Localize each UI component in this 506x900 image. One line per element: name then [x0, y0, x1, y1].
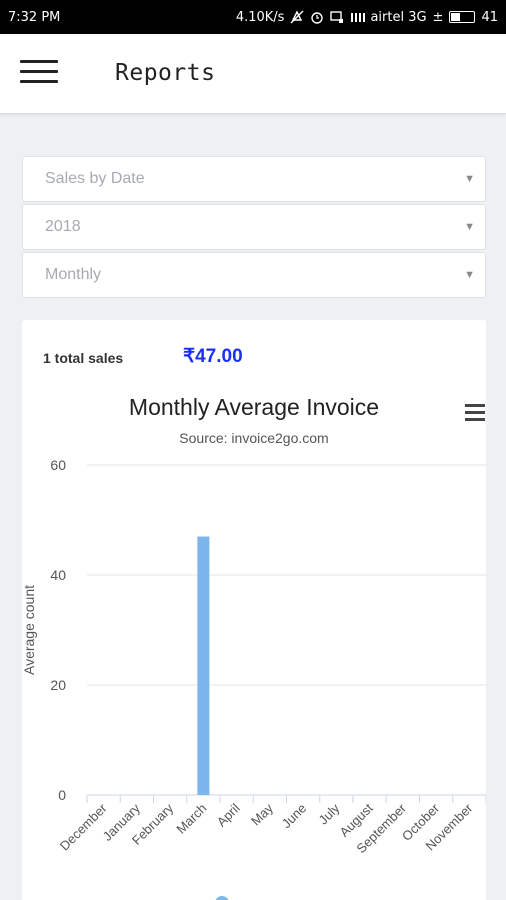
dropdown-arrow-icon: ▼ [464, 173, 475, 185]
battery-fill [451, 13, 461, 21]
carrier-name: airtel 3G [370, 9, 427, 25]
y-tick-label: 20 [50, 677, 66, 693]
x-tick-label: July [316, 800, 343, 827]
network-speed: 4.10K/s [235, 9, 285, 25]
period-value: Monthly [45, 266, 102, 283]
period-select[interactable]: Monthly ▼ [22, 252, 486, 298]
x-tick-label: December [57, 800, 110, 853]
x-tick-label: May [248, 800, 276, 828]
x-tick-label: April [214, 800, 243, 829]
data-transfer-icon: ± [432, 9, 444, 25]
signal-icon [350, 10, 366, 24]
report-type-select[interactable]: Sales by Date ▼ [22, 156, 486, 202]
year-value: 2018 [45, 218, 81, 235]
notifications-off-icon [290, 10, 304, 24]
bar-march [197, 536, 210, 795]
alarm-icon [310, 10, 324, 24]
screen-icon [330, 10, 344, 24]
report-card: 1 total sales ₹47.00 Monthly Average Inv… [22, 320, 486, 900]
y-tick-label: 40 [50, 567, 66, 583]
app-bar: Reports [0, 34, 506, 114]
status-time: 7:32 PM [8, 9, 61, 25]
dropdown-arrow-icon: ▼ [464, 269, 475, 281]
y-tick-label: 0 [58, 787, 66, 803]
dropdown-arrow-icon: ▼ [464, 221, 475, 233]
hamburger-menu-icon[interactable] [20, 58, 60, 88]
status-indicators: 4.10K/s airtel 3G ± 41 [236, 10, 498, 25]
year-select[interactable]: 2018 ▼ [22, 204, 486, 250]
x-tick-label: March [173, 801, 209, 837]
x-tick-label: June [279, 801, 310, 832]
status-bar: 7:32 PM 4.10K/s airtel 3G ± 41 [0, 0, 506, 34]
bar-chart: 0204060Average countDecemberJanuaryFebru… [22, 457, 486, 856]
y-axis-title: Average count [22, 585, 37, 675]
battery-level: 41 [481, 9, 498, 25]
report-type-value: Sales by Date [45, 170, 145, 187]
page-title: Reports [115, 60, 216, 86]
y-tick-label: 60 [50, 457, 66, 473]
battery-icon [449, 11, 476, 23]
